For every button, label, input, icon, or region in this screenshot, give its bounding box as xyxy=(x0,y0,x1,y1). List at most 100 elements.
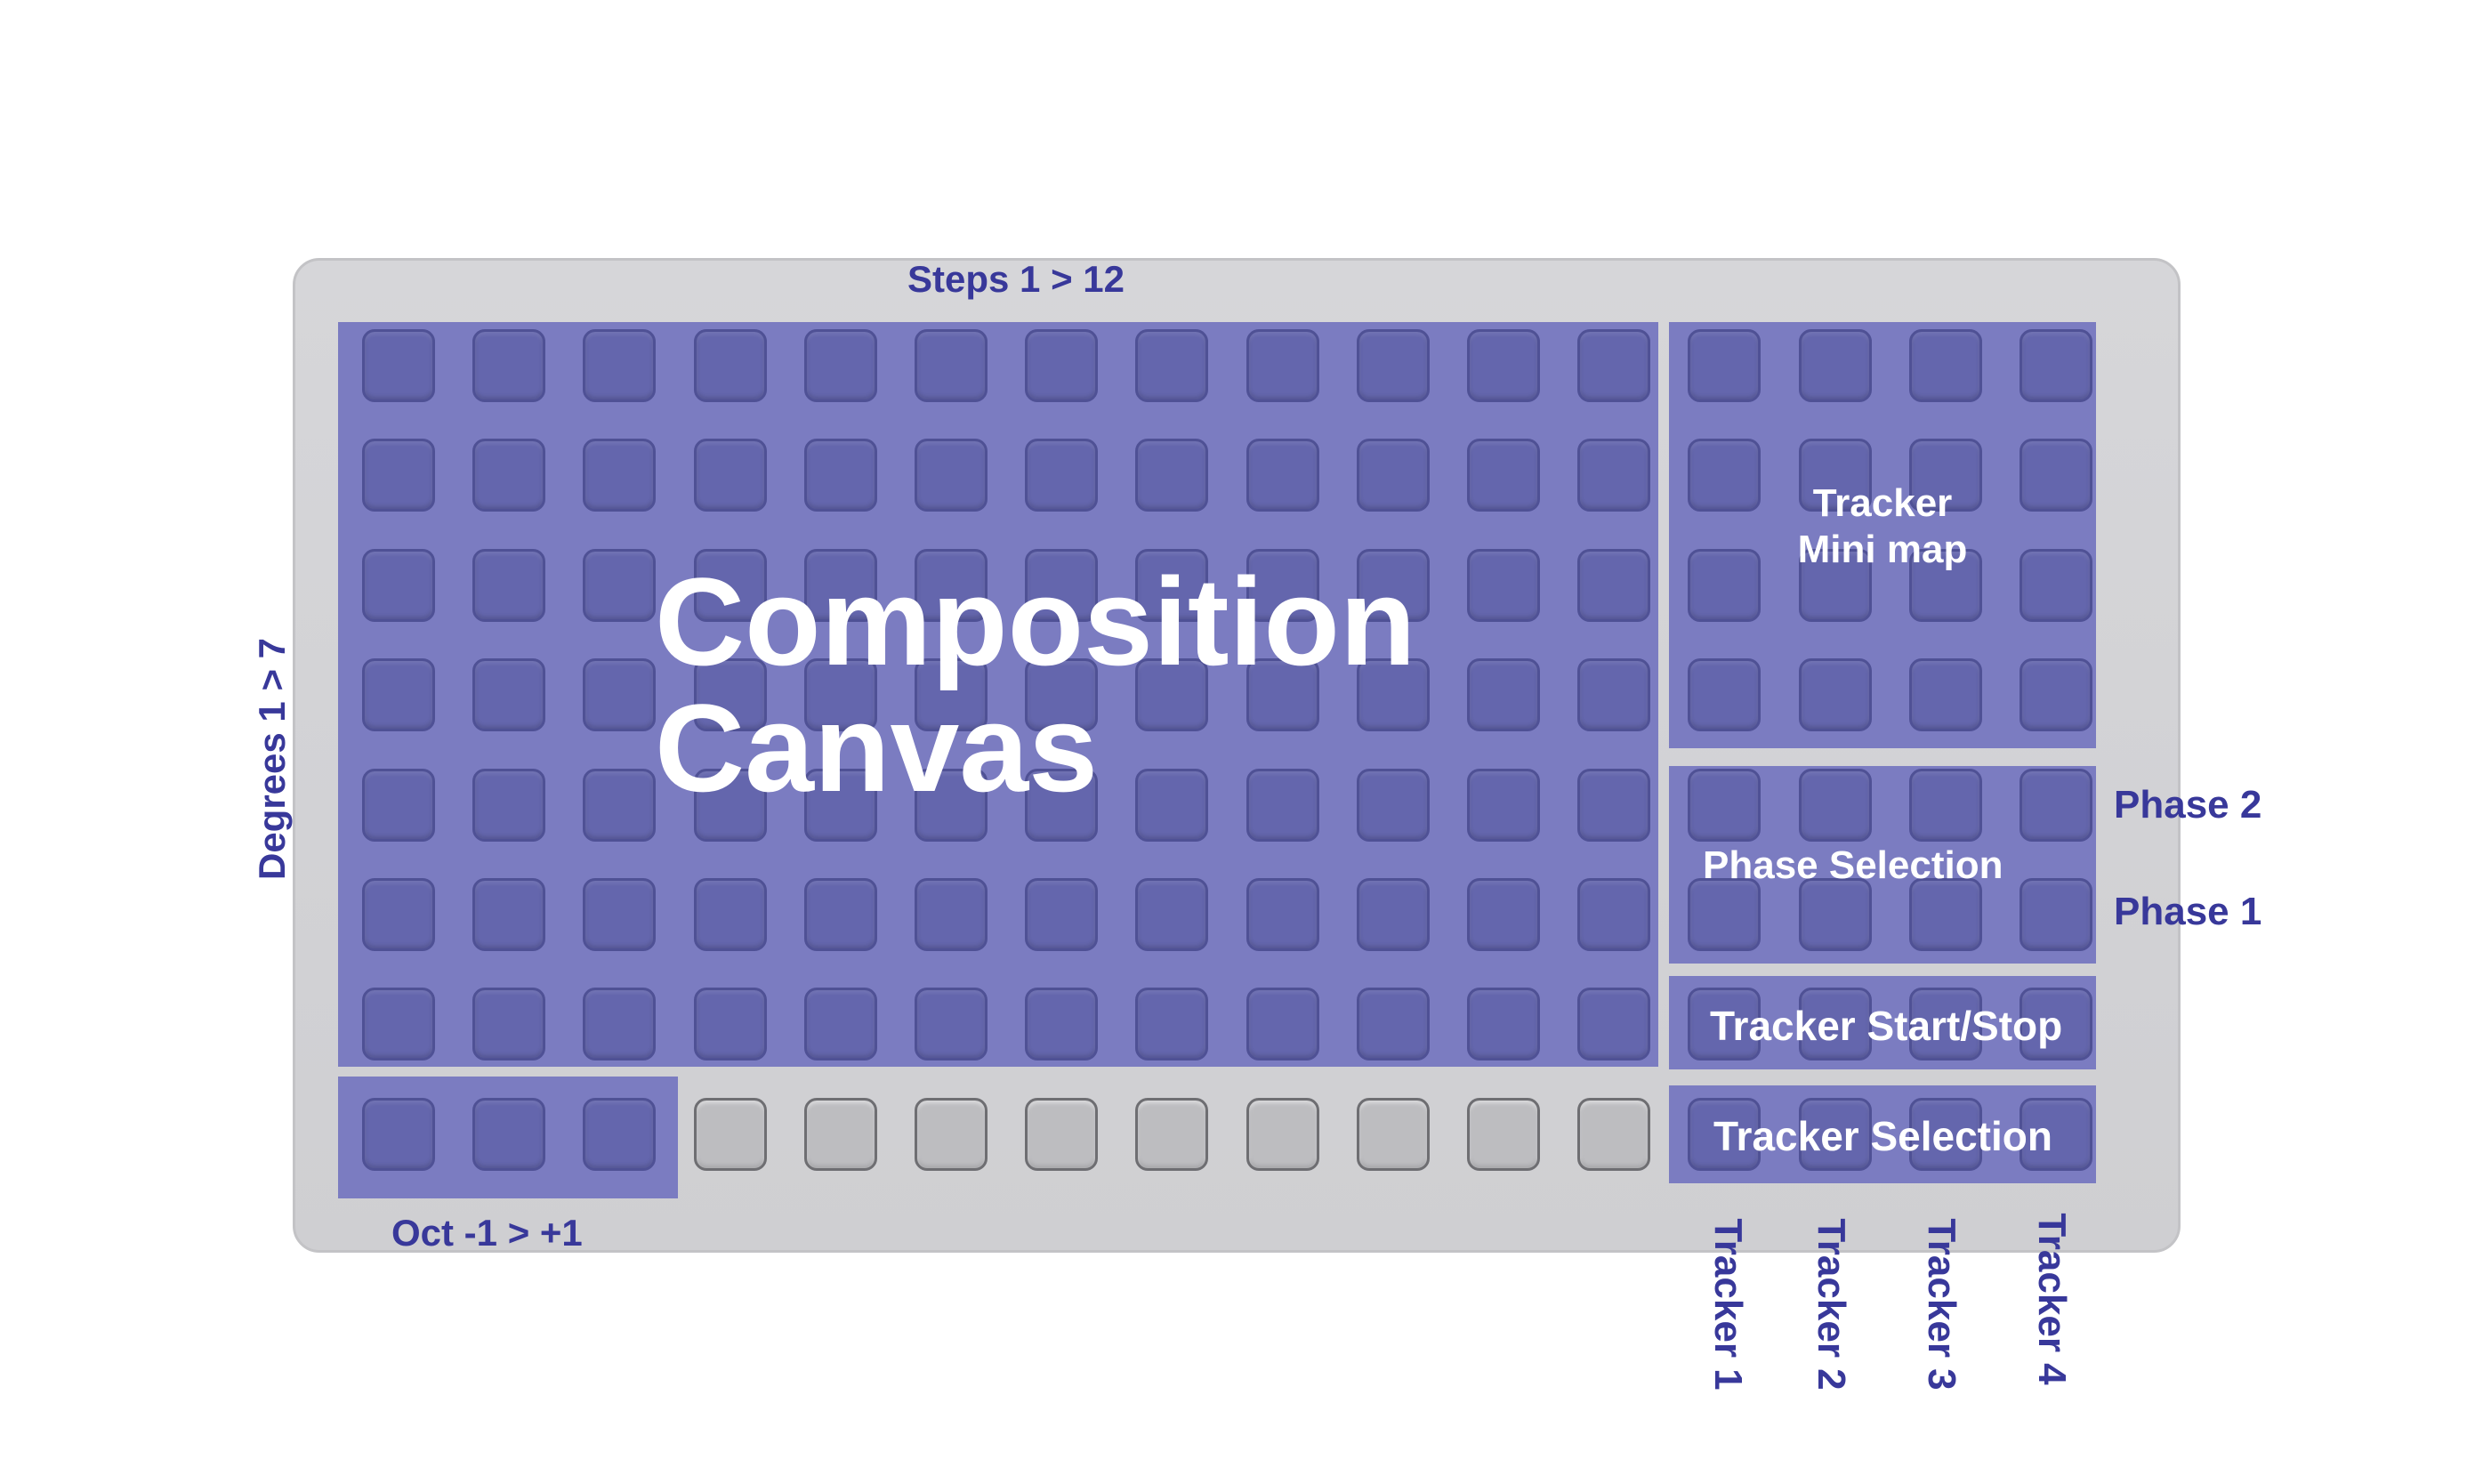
grid-pad[interactable] xyxy=(915,988,988,1061)
grid-pad[interactable] xyxy=(1025,329,1099,402)
grid-pad[interactable] xyxy=(1908,658,1982,732)
grid-pad[interactable] xyxy=(915,878,988,951)
grid-pad[interactable] xyxy=(1798,658,1872,732)
grid-pad[interactable] xyxy=(1356,988,1430,1061)
grid-pad[interactable] xyxy=(472,768,546,842)
grid-pad[interactable] xyxy=(583,878,657,951)
grid-pad[interactable] xyxy=(803,988,877,1061)
grid-pad[interactable] xyxy=(1908,768,1982,842)
grid-pad[interactable] xyxy=(1356,439,1430,512)
grid-pad[interactable] xyxy=(2020,548,2092,622)
grid-pad[interactable] xyxy=(1688,658,1762,732)
grid-pad[interactable] xyxy=(1908,329,1982,402)
grid-pad[interactable] xyxy=(693,329,767,402)
grid-pad[interactable] xyxy=(1135,878,1209,951)
grid-pad[interactable] xyxy=(472,988,546,1061)
grid-pad[interactable] xyxy=(362,988,435,1061)
grid-pad[interactable] xyxy=(693,1097,767,1171)
grid-pad[interactable] xyxy=(803,1097,877,1171)
grid-pad[interactable] xyxy=(362,768,435,842)
grid-pad[interactable] xyxy=(1467,658,1540,732)
tracker1-label: Tracker 1 xyxy=(1706,1218,1750,1391)
grid-pad[interactable] xyxy=(583,988,657,1061)
grid-pad[interactable] xyxy=(1688,439,1762,512)
grid-pad[interactable] xyxy=(2020,768,2092,842)
grid-pad[interactable] xyxy=(2020,439,2092,512)
grid-pad[interactable] xyxy=(1577,439,1651,512)
grid-pad[interactable] xyxy=(362,878,435,951)
tracker-selection-title: Tracker Selection xyxy=(1713,1113,2052,1159)
grid-pad[interactable] xyxy=(915,329,988,402)
grid-pad[interactable] xyxy=(1467,878,1540,951)
grid-pad[interactable] xyxy=(1025,439,1099,512)
grid-pad[interactable] xyxy=(693,988,767,1061)
grid-pad[interactable] xyxy=(2020,878,2092,951)
grid-pad[interactable] xyxy=(1467,329,1540,402)
grid-pad[interactable] xyxy=(583,658,657,732)
grid-pad[interactable] xyxy=(1246,439,1319,512)
grid-pad[interactable] xyxy=(362,439,435,512)
grid-pad[interactable] xyxy=(693,439,767,512)
grid-pad[interactable] xyxy=(1246,1097,1319,1171)
grid-pad[interactable] xyxy=(1688,768,1762,842)
grid-pad[interactable] xyxy=(1135,329,1209,402)
grid-pad[interactable] xyxy=(472,439,546,512)
grid-pad[interactable] xyxy=(803,329,877,402)
grid-pad[interactable] xyxy=(915,439,988,512)
grid-pad[interactable] xyxy=(1356,329,1430,402)
grid-pad[interactable] xyxy=(472,1097,546,1171)
grid-pad[interactable] xyxy=(1798,329,1872,402)
grid-pad[interactable] xyxy=(1467,548,1540,622)
grid-pad[interactable] xyxy=(1135,1097,1209,1171)
grid-pad[interactable] xyxy=(583,768,657,842)
grid-pad[interactable] xyxy=(1577,768,1651,842)
tracker-start-stop-title: Tracker Start/Stop xyxy=(1710,1003,2063,1049)
grid-pad[interactable] xyxy=(1467,768,1540,842)
grid-pad[interactable] xyxy=(2020,658,2092,732)
grid-pad[interactable] xyxy=(1025,1097,1099,1171)
grid-pad[interactable] xyxy=(1577,878,1651,951)
minimap-title-line2: Mini map xyxy=(1797,528,1968,571)
grid-pad[interactable] xyxy=(1467,988,1540,1061)
grid-pad[interactable] xyxy=(1135,439,1209,512)
grid-pad[interactable] xyxy=(362,1097,435,1171)
grid-pad[interactable] xyxy=(1467,439,1540,512)
grid-pad[interactable] xyxy=(1908,878,1982,951)
grid-pad[interactable] xyxy=(1798,768,1872,842)
grid-pad[interactable] xyxy=(1246,988,1319,1061)
grid-pad[interactable] xyxy=(583,329,657,402)
grid-pad[interactable] xyxy=(1577,658,1651,732)
grid-pad[interactable] xyxy=(2020,329,2092,402)
grid-pad[interactable] xyxy=(1688,329,1762,402)
grid-pad[interactable] xyxy=(1356,1097,1430,1171)
grid-pad[interactable] xyxy=(1688,878,1762,951)
grid-pad[interactable] xyxy=(1467,1097,1540,1171)
grid-pad[interactable] xyxy=(362,658,435,732)
grid-pad[interactable] xyxy=(915,1097,988,1171)
grid-pad[interactable] xyxy=(1135,988,1209,1061)
grid-pad[interactable] xyxy=(362,329,435,402)
grid-pad[interactable] xyxy=(1577,1097,1651,1171)
grid-pad[interactable] xyxy=(1798,878,1872,951)
grid-pad[interactable] xyxy=(1577,329,1651,402)
grid-pad[interactable] xyxy=(803,439,877,512)
grid-pad[interactable] xyxy=(1356,878,1430,951)
grid-pad[interactable] xyxy=(1577,548,1651,622)
octave-label: Oct -1 > +1 xyxy=(391,1212,583,1254)
grid-pad[interactable] xyxy=(1246,878,1319,951)
grid-pad[interactable] xyxy=(583,548,657,622)
grid-pad[interactable] xyxy=(803,878,877,951)
grid-pad[interactable] xyxy=(472,878,546,951)
grid-pad[interactable] xyxy=(1246,329,1319,402)
grid-pad[interactable] xyxy=(472,329,546,402)
grid-pad[interactable] xyxy=(583,1097,657,1171)
grid-pad[interactable] xyxy=(1025,878,1099,951)
grid-pad[interactable] xyxy=(472,548,546,622)
grid-pad[interactable] xyxy=(693,878,767,951)
grid-pad[interactable] xyxy=(1025,988,1099,1061)
grid-pad[interactable] xyxy=(1688,548,1762,622)
grid-pad[interactable] xyxy=(1577,988,1651,1061)
grid-pad[interactable] xyxy=(472,658,546,732)
grid-pad[interactable] xyxy=(583,439,657,512)
grid-pad[interactable] xyxy=(362,548,435,622)
